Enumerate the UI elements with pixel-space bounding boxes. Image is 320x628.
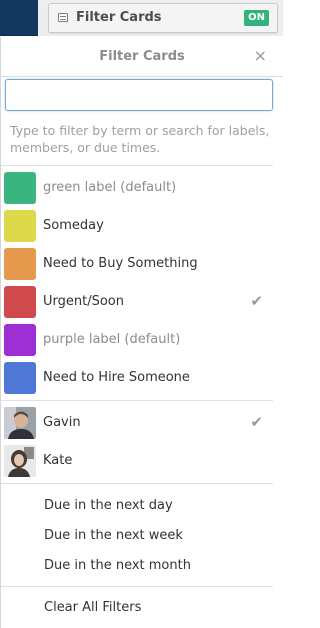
label-name: Need to Buy Something <box>43 256 198 271</box>
divider <box>1 586 273 587</box>
filter-search-input[interactable] <box>5 79 273 111</box>
popover-title: Filter Cards <box>99 49 185 64</box>
label-color-swatch <box>4 210 36 242</box>
board-header: Filter Cards ON <box>38 0 283 36</box>
due-next-week[interactable]: Due in the next week <box>44 528 183 543</box>
label-name: Need to Hire Someone <box>43 370 190 385</box>
popover-header: Filter Cards × <box>1 37 283 77</box>
filter-on-badge: ON <box>244 10 269 26</box>
label-filter-green[interactable]: green label (default) <box>1 172 273 204</box>
label-color-swatch <box>4 248 36 280</box>
divider <box>1 483 273 484</box>
label-filter-purple[interactable]: purple label (default) <box>1 324 273 356</box>
label-filter-urgent-soon[interactable]: Urgent/Soon ✔ <box>1 286 273 318</box>
filter-cards-popover: Filter Cards × Type to filter by term or… <box>0 37 283 628</box>
label-filter-need-to-buy[interactable]: Need to Buy Something <box>1 248 273 280</box>
label-color-swatch <box>4 362 36 394</box>
close-icon[interactable]: × <box>254 46 267 65</box>
due-next-month[interactable]: Due in the next month <box>44 558 191 573</box>
member-name: Kate <box>43 453 73 468</box>
member-filter-gavin[interactable]: Gavin ✔ <box>1 407 273 439</box>
filter-cards-button[interactable]: Filter Cards ON <box>48 3 278 33</box>
avatar <box>4 407 36 439</box>
divider <box>1 400 273 401</box>
clear-all-filters-button[interactable]: Clear All Filters <box>44 600 141 615</box>
label-color-swatch <box>4 324 36 356</box>
due-next-day[interactable]: Due in the next day <box>44 498 173 513</box>
label-color-swatch <box>4 286 36 318</box>
checkmark-icon: ✔ <box>250 292 263 310</box>
label-name: Someday <box>43 218 104 233</box>
label-name: Urgent/Soon <box>43 294 124 309</box>
label-name: purple label (default) <box>43 332 181 347</box>
label-filter-need-to-hire[interactable]: Need to Hire Someone <box>1 362 273 394</box>
label-filter-someday[interactable]: Someday <box>1 210 273 242</box>
member-filter-kate[interactable]: Kate <box>1 445 273 477</box>
board-header-corner <box>0 0 38 36</box>
search-hint-text: Type to filter by term or search for lab… <box>10 123 270 155</box>
filter-cards-button-label: Filter Cards <box>76 10 162 25</box>
label-color-swatch <box>4 172 36 204</box>
member-name: Gavin <box>43 415 81 430</box>
avatar <box>4 445 36 477</box>
checkmark-icon: ✔ <box>250 413 263 431</box>
divider <box>1 165 273 166</box>
label-name: green label (default) <box>43 180 177 195</box>
filter-list-icon <box>58 13 68 22</box>
